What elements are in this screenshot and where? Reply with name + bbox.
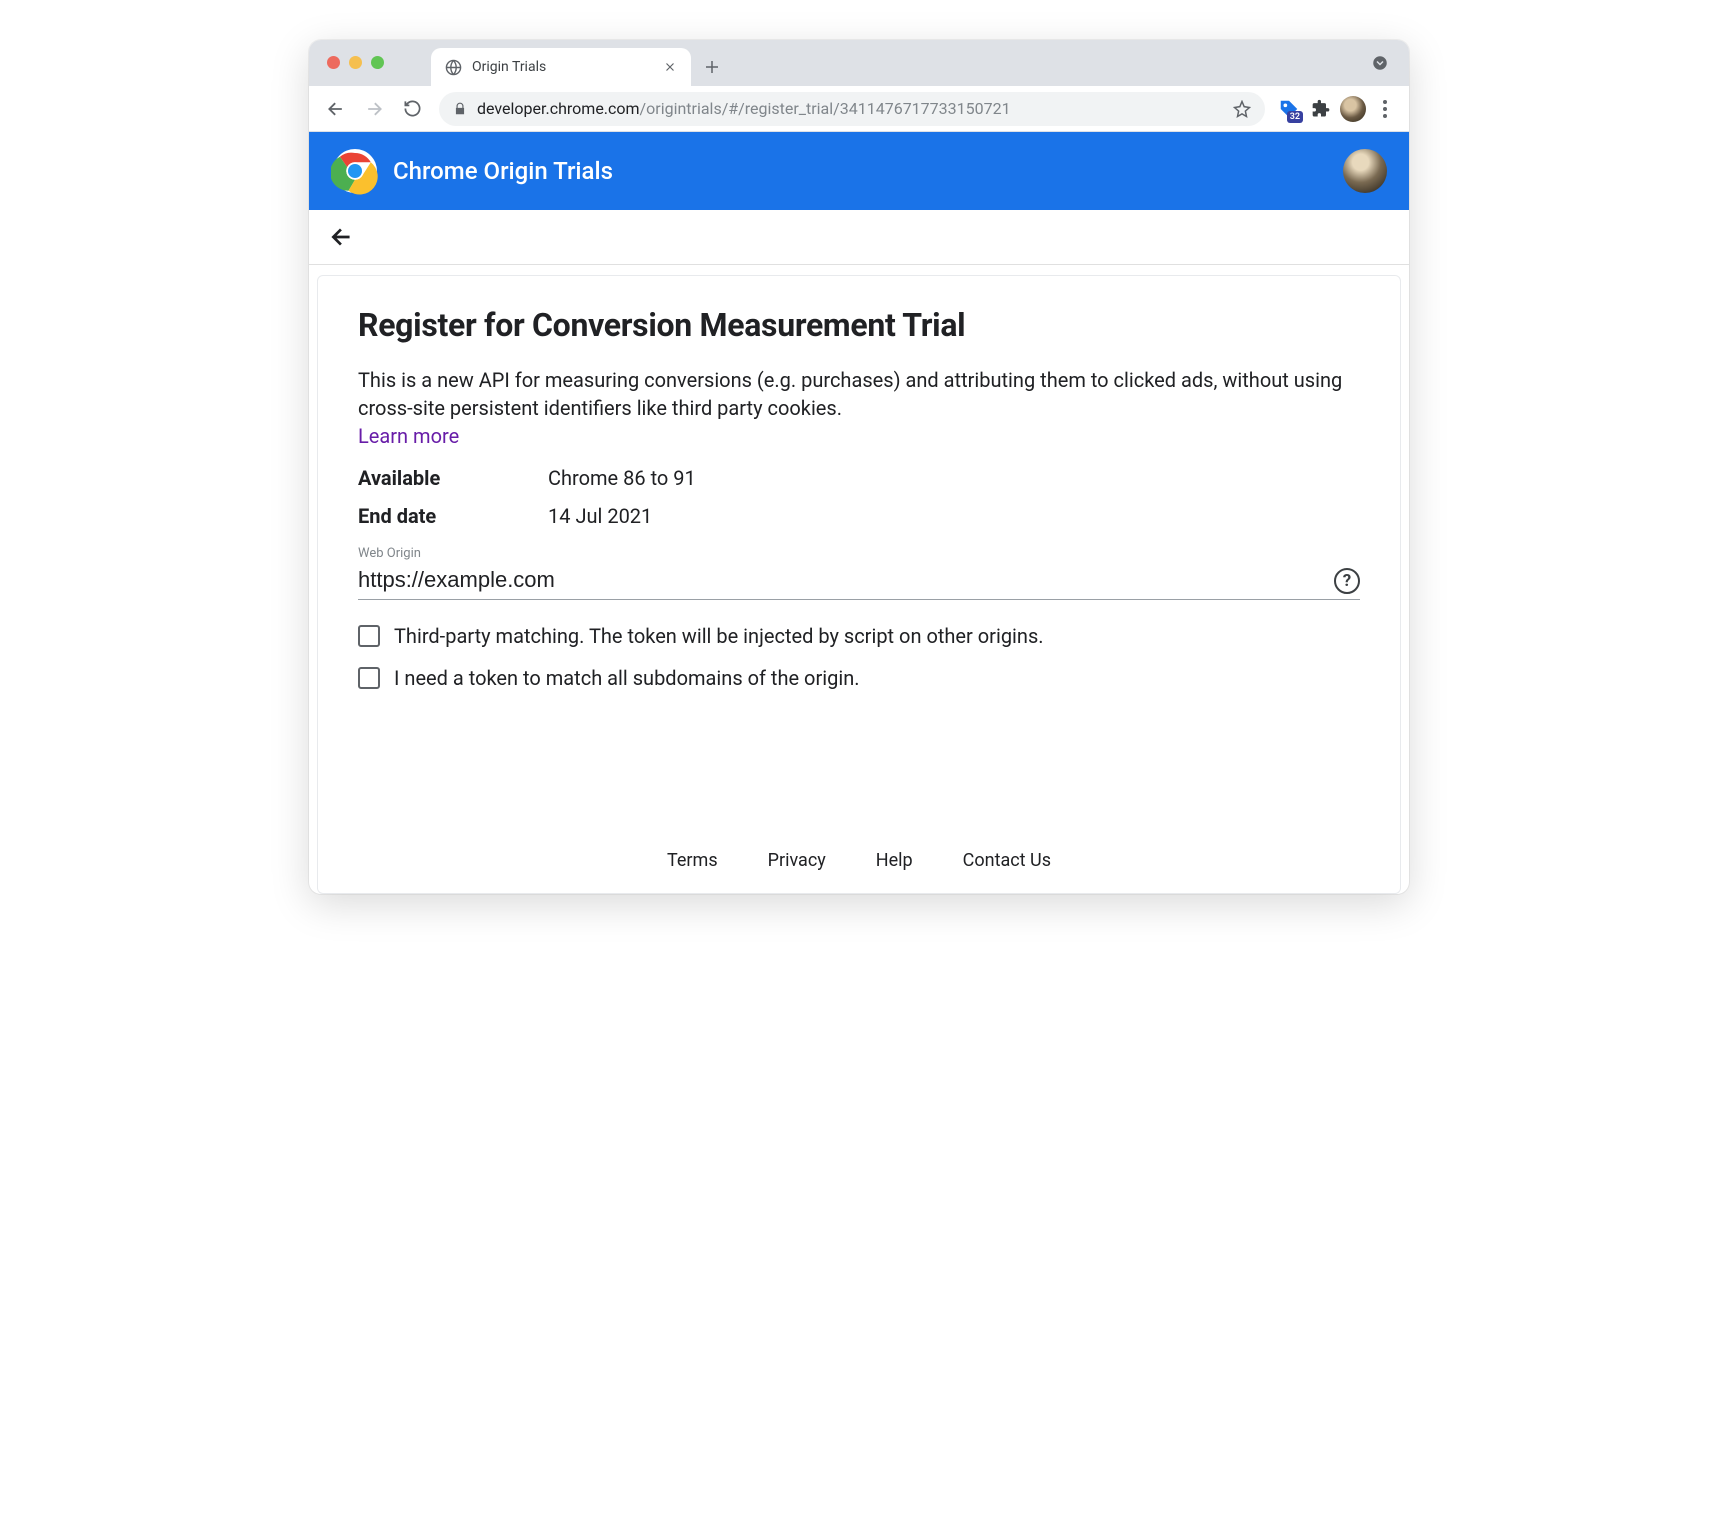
checkbox-input[interactable] — [358, 667, 380, 689]
browser-menu-button[interactable] — [1371, 100, 1399, 118]
web-origin-input[interactable] — [358, 563, 1360, 600]
nav-back-button[interactable] — [319, 92, 353, 126]
checkbox-subdomains: I need a token to match all subdomains o… — [358, 666, 1360, 690]
address-bar[interactable]: developer.chrome.com/origintrials/#/regi… — [439, 92, 1265, 126]
window-minimize-button[interactable] — [349, 56, 362, 69]
browser-tab[interactable]: Origin Trials — [431, 48, 691, 86]
arrow-right-icon — [364, 99, 384, 119]
page-back-button[interactable] — [329, 224, 355, 250]
field-label: Web Origin — [358, 546, 1360, 561]
meta-label: Available — [358, 466, 548, 490]
extension-badge: 32 — [1287, 111, 1303, 123]
extension-css-icon[interactable]: 32 — [1275, 95, 1303, 123]
lock-icon — [453, 102, 467, 116]
extensions-button[interactable] — [1307, 95, 1335, 123]
page-description: This is a new API for measuring conversi… — [358, 366, 1360, 422]
checkbox-third-party: Third-party matching. The token will be … — [358, 624, 1360, 648]
bookmark-star-icon[interactable] — [1233, 100, 1251, 118]
window-controls — [327, 56, 384, 69]
puzzle-icon — [1311, 99, 1331, 119]
help-icon[interactable]: ? — [1334, 568, 1360, 594]
nav-forward-button[interactable] — [357, 92, 391, 126]
footer-terms[interactable]: Terms — [667, 850, 718, 871]
checkbox-label: Third-party matching. The token will be … — [394, 624, 1044, 648]
web-origin-field: Web Origin ? — [358, 546, 1360, 600]
meta-value: 14 Jul 2021 — [548, 504, 652, 528]
globe-icon — [445, 59, 462, 76]
meta-end-date: End date 14 Jul 2021 — [358, 504, 1360, 528]
chevron-down-circle-icon[interactable] — [1371, 54, 1389, 72]
url-text: developer.chrome.com/origintrials/#/regi… — [477, 99, 1011, 118]
app-title: Chrome Origin Trials — [393, 157, 613, 185]
toolbar: developer.chrome.com/origintrials/#/regi… — [309, 86, 1409, 132]
footer-links: Terms Privacy Help Contact Us — [358, 850, 1360, 871]
tab-strip: Origin Trials — [309, 40, 1409, 86]
learn-more-link[interactable]: Learn more — [358, 424, 459, 448]
footer-help[interactable]: Help — [876, 850, 913, 871]
app-header: Chrome Origin Trials — [309, 132, 1409, 210]
registration-card: Register for Conversion Measurement Tria… — [317, 275, 1401, 894]
profile-avatar[interactable] — [1339, 95, 1367, 123]
avatar-icon — [1340, 96, 1366, 122]
checkbox-label: I need a token to match all subdomains o… — [394, 666, 860, 690]
close-icon[interactable] — [663, 60, 677, 74]
meta-label: End date — [358, 504, 548, 528]
page-toolbar — [309, 210, 1409, 265]
checkbox-input[interactable] — [358, 625, 380, 647]
meta-value: Chrome 86 to 91 — [548, 466, 696, 490]
reload-button[interactable] — [395, 92, 429, 126]
browser-window: Origin Trials developer.chrome.com/origi… — [309, 40, 1409, 894]
footer-privacy[interactable]: Privacy — [768, 850, 826, 871]
meta-available: Available Chrome 86 to 91 — [358, 466, 1360, 490]
tab-title: Origin Trials — [472, 59, 653, 75]
new-tab-button[interactable] — [703, 58, 721, 76]
url-path: /origintrials/#/register_trial/341147671… — [640, 99, 1011, 118]
page-heading: Register for Conversion Measurement Tria… — [358, 306, 1360, 344]
arrow-left-icon — [326, 99, 346, 119]
user-avatar[interactable] — [1343, 149, 1387, 193]
url-host: developer.chrome.com — [477, 99, 640, 118]
window-zoom-button[interactable] — [371, 56, 384, 69]
chrome-logo-icon — [331, 147, 379, 195]
footer-contact[interactable]: Contact Us — [963, 850, 1051, 871]
window-close-button[interactable] — [327, 56, 340, 69]
reload-icon — [403, 99, 422, 118]
